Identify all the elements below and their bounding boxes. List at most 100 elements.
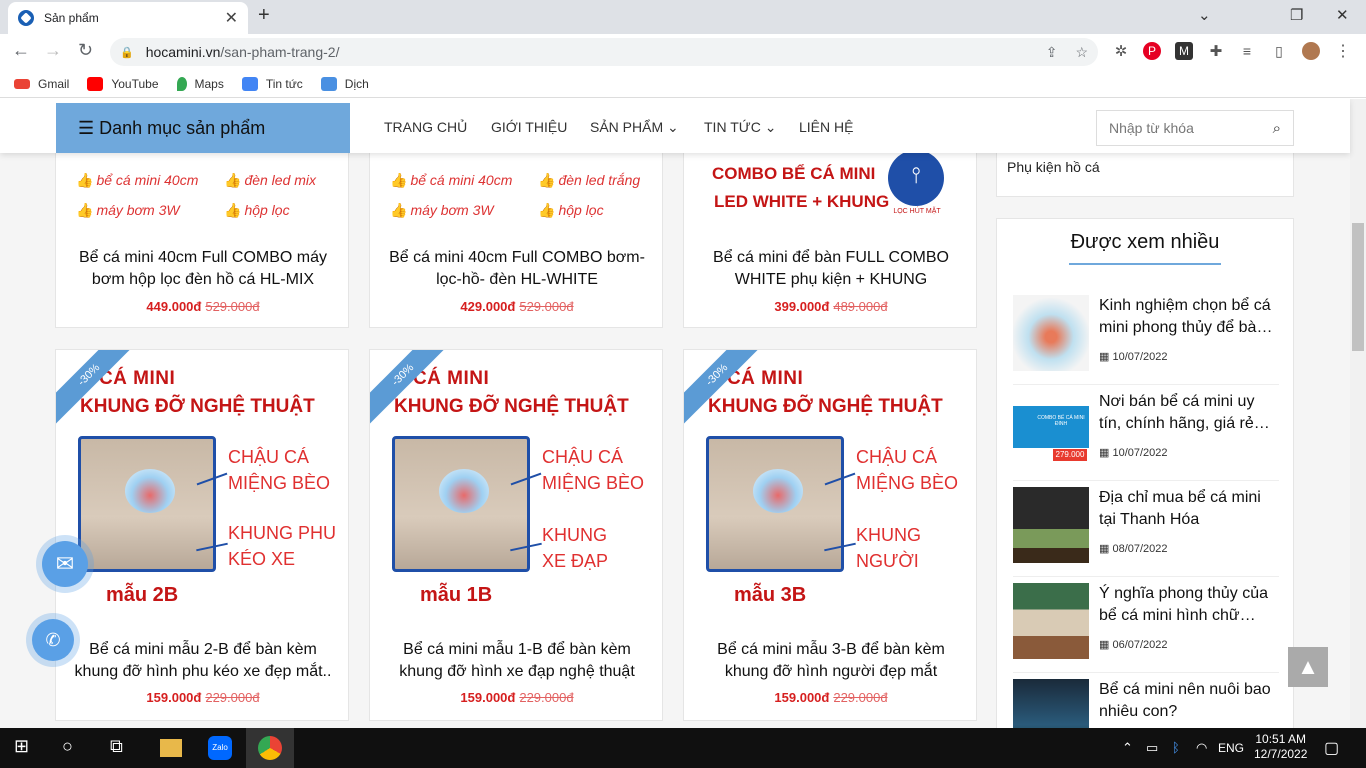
thumb-banner: COMBO BỂ CÁ MINI ĐINH [1037,415,1085,427]
pinterest-icon[interactable]: P [1143,42,1161,60]
label-1: CHẬU CÁ MIỆNG BÈO [228,447,331,493]
product-card[interactable]: Ể CÁ MINI KHUNG ĐỠ NGHỆ THUẬT CHẬU CÁ MIỆ… [55,349,349,721]
banner-line-2: KHUNG ĐỠ NGHỆ THUẬT [80,396,315,417]
bookmark-maps[interactable]: Maps [176,76,224,91]
product-image[interactable]: Ể CÁ MINI KHUNG ĐỠ NGHỆ THUẬT CHẬU CÁ MIỆ… [684,350,976,622]
post-thumbnail[interactable] [1013,583,1089,659]
product-price: 429.000đ 529.000đ [460,299,574,314]
share-icon[interactable]: ⇪ [1046,44,1058,61]
post-title[interactable]: Kinh nghiệm chọn bể cá mini phong thủy đ… [1099,295,1281,339]
model-label: mẫu 2B [106,584,179,606]
bookmark-youtube[interactable]: YouTube [87,76,159,91]
bookmark-translate[interactable]: Dịch [320,76,369,91]
menu-home[interactable]: TRANG CHỦ [384,119,467,135]
mendeley-icon[interactable]: M [1175,42,1193,60]
feature-led: đèn led trắng [558,172,641,188]
label-2: KHUNG NGƯỜI [856,525,922,571]
label-1: CHẬU CÁ MIỆNG BÈO [542,447,645,493]
restore-window-icon[interactable]: ❐ [1290,6,1303,24]
post-item[interactable]: Bể cá mini nên nuôi bao nhiêu con? [1013,679,1279,728]
clock[interactable]: 10:51 AM 12/7/2022 [1254,732,1307,762]
product-image[interactable]: Ể CÁ MINI KHUNG ĐỠ NGHỆ THUẬT CHẬU CÁ MIỆ… [370,350,662,622]
product-price: 159.000đ 229.000đ [146,690,260,705]
calendar-icon: ▦ [1099,639,1113,651]
bookmark-gmail[interactable]: Gmail [14,77,69,91]
menu-news[interactable]: TIN TỨC ⌄ [704,119,776,136]
phone-icon[interactable]: ✆ [32,619,74,661]
filter-badge-label: LỌC HÚT MẶT [893,208,941,215]
post-thumbnail[interactable] [1013,487,1089,563]
post-thumbnail[interactable] [1013,295,1089,371]
bookmark-star-icon[interactable]: ☆ [1075,44,1088,61]
product-title[interactable]: Bể cá mini mẫu 1-B để bàn kèm khung đỡ h… [380,639,654,683]
chrome-icon[interactable] [258,736,282,760]
post-title[interactable]: Bể cá mini nên nuôi bao nhiêu con? [1099,679,1281,723]
category-link[interactable]: Phụ kiện hồ cá [1007,159,1100,175]
forward-icon[interactable]: → [44,40,62,61]
post-thumbnail[interactable]: COMBO BỂ CÁ MINI ĐINH 279.000 [1013,391,1089,467]
menu-contact[interactable]: LIÊN HỆ [799,119,853,135]
side-panel-icon[interactable]: ▯ [1270,42,1288,60]
windows-start-icon[interactable]: ⊞ [14,736,29,757]
address-bar[interactable]: 🔒 hocamini.vn/san-pham-trang-2/ ⇪ ☆ [110,38,1098,66]
extensions-puzzle-icon[interactable]: ✚ [1207,42,1225,60]
product-title[interactable]: Bể cá mini 40cm Full COMBO bơm-lọc-hồ- đ… [380,247,654,291]
product-title[interactable]: Bể cá mini mẫu 2-B để bàn kèm khung đỡ h… [66,639,340,683]
reload-icon[interactable]: ↻ [78,40,93,61]
scrollbar[interactable] [1350,99,1366,728]
label-2: KHUNG PHU KÉO XE [228,523,337,569]
post-item[interactable]: Địa chỉ mua bể cá mini tại Thanh Hóa ▦ 0… [1013,487,1279,577]
search-icon[interactable]: ⌕ [1273,120,1281,137]
show-hidden-icons[interactable]: ⌃ [1122,740,1133,756]
close-window-icon[interactable]: ✕ [1336,6,1349,24]
notifications-icon[interactable]: ▢ [1324,738,1339,758]
bluetooth-icon[interactable]: ᛒ [1172,740,1180,755]
product-photo [706,436,844,572]
language-indicator[interactable]: ENG [1218,741,1244,755]
new-tab-icon[interactable]: + [258,4,270,27]
menu-dots-icon[interactable]: ⋮ [1334,42,1352,60]
product-card[interactable]: Ể CÁ MINI KHUNG ĐỠ NGHỆ THUẬT CHẬU CÁ MIỆ… [683,349,977,721]
tab-search-icon[interactable]: ⌄ [1198,6,1211,24]
task-view-icon[interactable]: ⧉ [110,736,123,757]
post-title[interactable]: Địa chỉ mua bể cá mini tại Thanh Hóa [1099,487,1281,531]
calendar-icon: ▦ [1099,351,1113,363]
feature-filter: hộp lọc [558,202,604,218]
bookmark-news[interactable]: Tin tức [241,76,303,91]
back-to-top-button[interactable]: ▲ [1288,647,1328,687]
product-image[interactable]: Ể CÁ MINI KHUNG ĐỠ NGHỆ THUẬT CHẬU CÁ MIỆ… [56,350,348,622]
search-circle-icon[interactable]: ○ [62,736,73,757]
scrollbar-thumb[interactable] [1352,223,1364,351]
close-tab-icon[interactable]: ✕ [225,8,238,28]
wifi-icon[interactable]: ◠ [1196,740,1207,756]
extension-gear-icon[interactable]: ✲ [1112,42,1130,60]
post-item[interactable]: COMBO BỂ CÁ MINI ĐINH 279.000 Nơi bán bể… [1013,391,1279,481]
category-menu-button[interactable]: ☰ Danh mục sản phẩm [56,103,350,153]
product-title[interactable]: Bể cá mini 40cm Full COMBO máy bơm hộp l… [66,247,340,291]
zalo-icon[interactable]: Zalo [208,736,232,760]
profile-avatar[interactable] [1302,42,1320,60]
calendar-icon: ▦ [1099,543,1113,555]
model-label: mẫu 3B [734,584,807,606]
product-title[interactable]: Bể cá mini mẫu 3-B để bàn kèm khung đỡ h… [694,639,968,683]
menu-products[interactable]: SẢN PHẨM ⌄ [590,119,679,136]
back-icon[interactable]: ← [12,40,30,61]
tab-san-pham[interactable]: Sản phẩm ✕ [8,2,248,34]
search-input[interactable]: Nhập từ khóa ⌕ [1096,110,1294,146]
menu-about[interactable]: GIỚI THIỆU [491,119,567,135]
product-card[interactable]: Ể CÁ MINI KHUNG ĐỠ NGHỆ THUẬT CHẬU CÁ MIỆ… [369,349,663,721]
youtube-icon [87,76,104,91]
file-explorer-icon[interactable] [160,739,182,757]
feature-pump: máy bơm 3W [410,202,494,218]
reading-list-icon[interactable]: ≡ [1238,42,1256,60]
battery-icon[interactable]: ▭ [1146,740,1158,756]
fish-bowl-icon [439,469,489,513]
post-title[interactable]: Nơi bán bể cá mini uy tín, chính hãng, g… [1099,391,1281,435]
post-item[interactable]: Kinh nghiệm chọn bể cá mini phong thủy đ… [1013,295,1279,385]
product-title[interactable]: Bể cá mini để bàn FULL COMBO WHITE phụ k… [694,247,968,291]
search-placeholder: Nhập từ khóa [1109,120,1194,136]
post-thumbnail[interactable] [1013,679,1089,728]
messenger-icon[interactable]: ✉ [42,541,88,587]
post-item[interactable]: Ý nghĩa phong thủy của bể cá mini hình c… [1013,583,1279,673]
post-title[interactable]: Ý nghĩa phong thủy của bể cá mini hình c… [1099,583,1281,627]
